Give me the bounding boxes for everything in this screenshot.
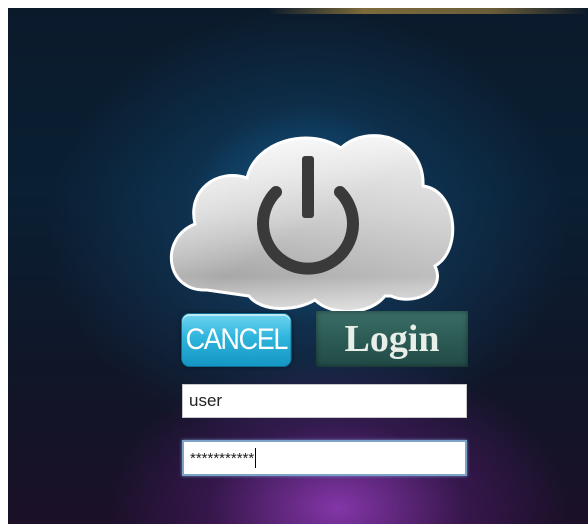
top-decoration bbox=[268, 8, 588, 14]
username-field[interactable]: user bbox=[182, 384, 467, 418]
password-value: *********** bbox=[190, 449, 255, 467]
cloud-power-icon bbox=[169, 134, 455, 313]
password-field[interactable]: *********** bbox=[182, 440, 467, 476]
text-caret bbox=[255, 448, 257, 468]
login-screen: CANCEL Login user *********** bbox=[8, 8, 588, 524]
username-value: user bbox=[189, 391, 223, 410]
login-button[interactable]: Login bbox=[316, 311, 468, 367]
cancel-button[interactable]: CANCEL bbox=[181, 313, 292, 367]
